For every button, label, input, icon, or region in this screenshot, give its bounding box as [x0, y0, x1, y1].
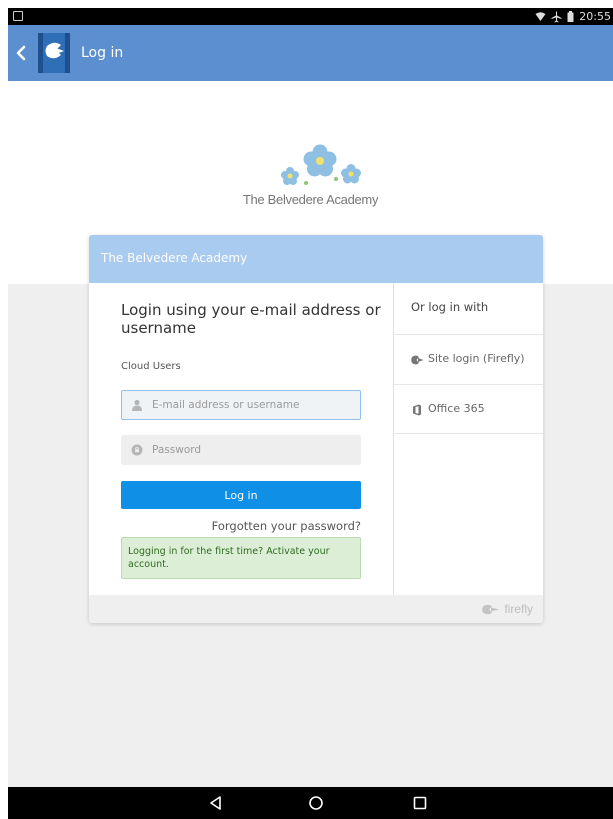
forgot-password-link[interactable]: Forgotten your password?: [212, 519, 361, 533]
firefly-logo-icon: [482, 604, 500, 614]
login-button[interactable]: Log in: [121, 481, 361, 509]
login-card: The Belvedere Academy Login using your e…: [89, 235, 543, 623]
battery-icon: [567, 11, 574, 22]
card-footer: firefly: [89, 595, 543, 623]
login-form-panel: Login using your e-mail address or usern…: [89, 283, 393, 595]
password-field[interactable]: [121, 435, 361, 465]
alt-login-heading: Or log in with: [411, 300, 489, 314]
firefly-app-logo: [38, 33, 70, 73]
forget-me-not-flowers-logo: [281, 144, 361, 185]
user-icon: [132, 399, 142, 411]
airplane-icon: [551, 11, 562, 22]
office-365-label: Office 365: [428, 402, 485, 415]
lock-icon: [131, 444, 143, 456]
alternative-login-panel: Or log in with Site login (Firefly) Offi…: [393, 283, 543, 595]
status-bar: 20:55: [8, 8, 613, 25]
back-triangle-icon[interactable]: [208, 795, 224, 811]
navigation-bar: [8, 787, 613, 819]
email-input[interactable]: [152, 391, 357, 419]
firefly-logo-icon: [411, 355, 424, 365]
activate-account-box[interactable]: Logging in for the first time? Activate …: [121, 537, 361, 579]
cloud-users-label: Cloud Users: [121, 361, 181, 372]
home-circle-icon[interactable]: [308, 795, 324, 811]
status-icons: 20:55: [535, 10, 611, 23]
password-input[interactable]: [152, 436, 357, 464]
office-365-option[interactable]: Office 365: [394, 384, 543, 434]
chevron-left-icon[interactable]: [14, 43, 28, 63]
firefly-brand-text: firefly: [504, 602, 533, 616]
status-time: 20:55: [579, 10, 611, 23]
card-header-title: The Belvedere Academy: [101, 251, 248, 265]
login-heading: Login using your e-mail address or usern…: [121, 301, 381, 337]
office-365-icon: [413, 404, 421, 416]
screen: 20:55 Log in The Belvedere Academy The B…: [0, 0, 613, 819]
content-area: The Belvedere Academy The Belvedere Acad…: [8, 81, 613, 787]
site-login-option[interactable]: Site login (Firefly): [394, 334, 543, 384]
app-bar-title: Log in: [81, 45, 124, 61]
wifi-icon: [535, 11, 546, 21]
image-icon: [13, 11, 23, 21]
school-name: The Belvedere Academy: [242, 192, 379, 207]
app-bar: Log in: [8, 25, 613, 81]
site-login-label: Site login (Firefly): [428, 352, 525, 365]
email-field[interactable]: [121, 390, 361, 420]
firefly-brand: firefly: [482, 602, 533, 616]
activate-account-message[interactable]: Logging in for the first time? Activate …: [128, 545, 356, 571]
card-header: The Belvedere Academy: [89, 235, 543, 283]
recents-square-icon[interactable]: [412, 795, 428, 811]
